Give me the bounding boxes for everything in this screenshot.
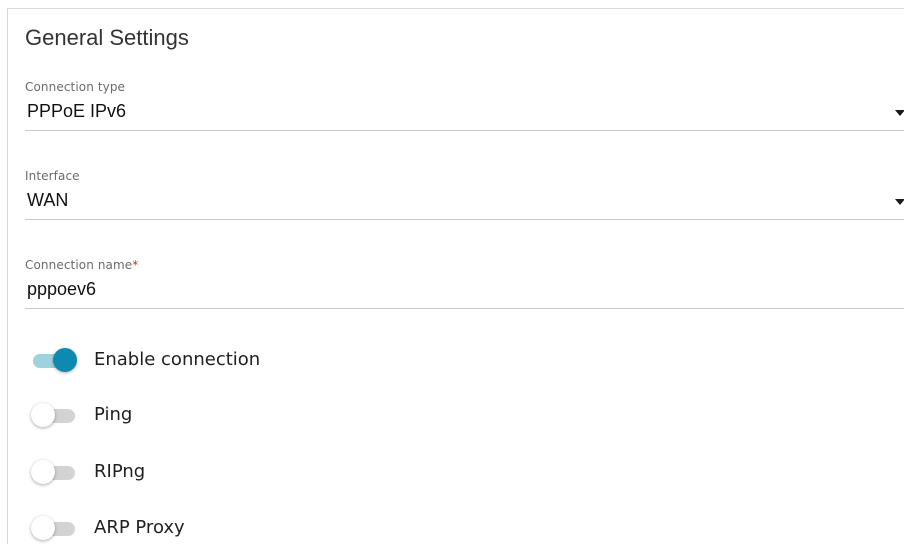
connection-name-input[interactable]: pppoev6 [25,273,904,309]
interface-label: Interface [25,169,80,183]
ripng-label: RIPng [94,461,146,482]
switch-knob [53,348,77,372]
section-title: General Settings [25,25,189,50]
connection-type-label: Connection type [25,80,126,94]
connection-name-field[interactable]: Connection name* pppoev6 [25,257,904,309]
interface-control[interactable]: WAN [25,184,904,220]
connection-name-label: Connection name* [25,257,904,273]
arp-proxy-label: ARP Proxy [94,517,185,538]
interface-value: WAN [27,190,69,210]
connection-type-select[interactable]: Connection type PPPoE IPv6 [25,79,904,131]
connection-name-value: pppoev6 [27,279,97,299]
switch-knob [31,516,55,540]
general-settings-card: General Settings Connection type PPPoE I… [7,8,904,544]
enable-connection-switch[interactable] [31,346,79,374]
chevron-down-icon[interactable] [895,199,904,205]
ping-switch[interactable] [31,401,79,429]
interface-select[interactable]: Interface WAN [25,168,904,220]
connection-type-control[interactable]: PPPoE IPv6 [25,95,904,131]
enable-connection-label: Enable connection [94,349,261,370]
connection-type-value: PPPoE IPv6 [27,101,127,121]
connection-name-label-text: Connection name [25,258,133,272]
switch-knob [31,403,55,427]
chevron-down-icon[interactable] [895,110,904,116]
required-star: * [132,258,139,272]
arp-proxy-switch[interactable] [31,514,79,542]
ripng-switch[interactable] [31,458,79,486]
switch-knob [31,460,55,484]
ping-label: Ping [94,404,133,425]
